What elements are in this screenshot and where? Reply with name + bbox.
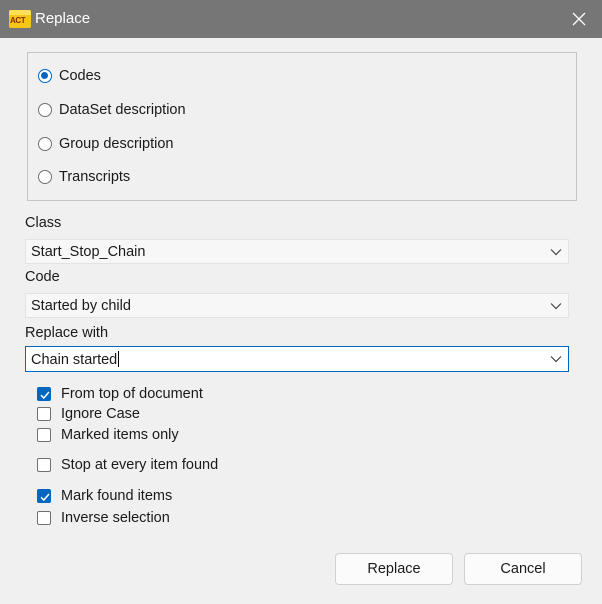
replace-dialog: ACT Replace Codes DataSet description Gr…: [0, 0, 602, 604]
chevron-down-icon[interactable]: [550, 355, 562, 363]
app-icon: ACT: [9, 10, 31, 28]
radio-button[interactable]: [38, 170, 52, 184]
checkbox-label: Mark found items: [61, 488, 173, 504]
checkmark-icon: [40, 493, 50, 502]
chevron-down-icon: [550, 303, 562, 310]
radio-button[interactable]: [38, 69, 52, 83]
class-dropdown[interactable]: Start_Stop_Chain: [25, 239, 569, 264]
search-in-group: Codes DataSet description Group descript…: [27, 52, 577, 201]
checkbox[interactable]: [37, 489, 51, 503]
chevron-down-icon: [550, 249, 562, 256]
checkbox-inverse-selection[interactable]: Inverse selection: [37, 508, 170, 528]
checkbox[interactable]: [37, 387, 51, 401]
checkbox-label: Inverse selection: [61, 510, 170, 526]
checkbox-label: Marked items only: [61, 427, 179, 443]
title-bar: ACT Replace: [0, 0, 602, 38]
checkbox-mark-found-items[interactable]: Mark found items: [37, 486, 172, 506]
checkbox-label: Ignore Case: [61, 406, 140, 422]
checkbox-label: From top of document: [61, 386, 203, 402]
window-title: Replace: [35, 10, 91, 27]
radio-transcripts[interactable]: Transcripts: [38, 166, 130, 188]
code-value: Started by child: [31, 298, 131, 314]
checkmark-icon: [40, 391, 50, 400]
replace-with-label: Replace with: [25, 325, 109, 341]
radio-codes[interactable]: Codes: [38, 65, 101, 87]
checkbox[interactable]: [37, 458, 51, 472]
replace-with-value: Chain started: [31, 351, 120, 368]
class-value: Start_Stop_Chain: [31, 244, 146, 260]
class-label: Class: [25, 215, 62, 231]
checkbox[interactable]: [37, 428, 51, 442]
radio-label: DataSet description: [59, 102, 186, 118]
close-button[interactable]: [556, 0, 602, 38]
checkbox-stop-at-every-item[interactable]: Stop at every item found: [37, 455, 218, 475]
replace-with-input[interactable]: Chain started: [25, 346, 569, 372]
close-icon: [572, 12, 586, 26]
cancel-button[interactable]: Cancel: [464, 553, 582, 585]
checkbox-marked-items-only[interactable]: Marked items only: [37, 425, 179, 445]
radio-label: Transcripts: [59, 169, 131, 185]
radio-dataset-description[interactable]: DataSet description: [38, 99, 186, 121]
radio-button[interactable]: [38, 137, 52, 151]
checkbox-ignore-case[interactable]: Ignore Case: [37, 404, 140, 424]
radio-group-description[interactable]: Group description: [38, 133, 173, 155]
code-label: Code: [25, 269, 60, 285]
replace-button[interactable]: Replace: [335, 553, 453, 585]
radio-label: Codes: [59, 68, 101, 84]
checkbox-from-top[interactable]: From top of document: [37, 384, 203, 404]
radio-label: Group description: [59, 136, 174, 152]
checkbox-label: Stop at every item found: [61, 457, 219, 473]
code-dropdown[interactable]: Started by child: [25, 293, 569, 318]
checkbox[interactable]: [37, 407, 51, 421]
radio-button[interactable]: [38, 103, 52, 117]
checkbox[interactable]: [37, 511, 51, 525]
